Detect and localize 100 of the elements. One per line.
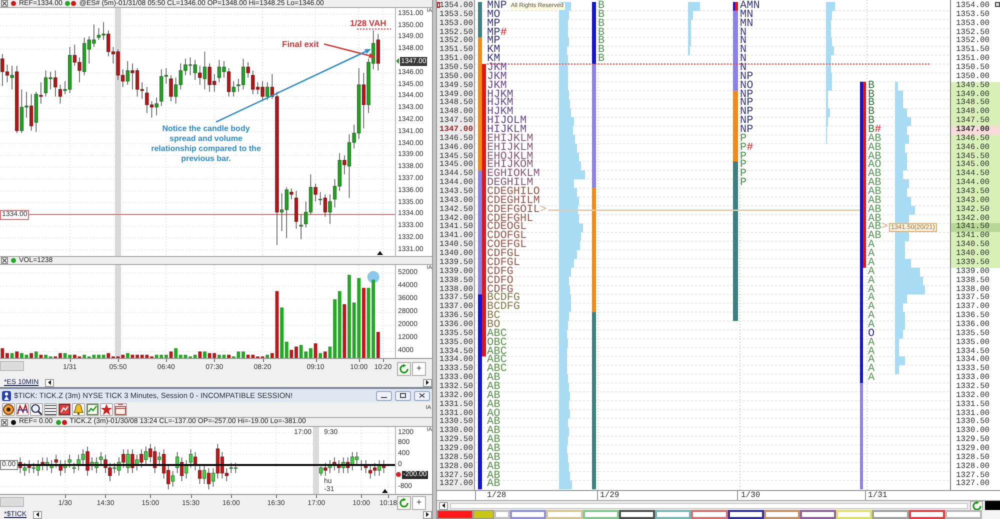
price-label: 1332.00 xyxy=(439,392,474,400)
axis-price: 1328.00 xyxy=(955,462,990,472)
tpo-letters: CDFO xyxy=(487,276,514,286)
scroll-right-button[interactable] xyxy=(423,378,432,386)
color-tab[interactable] xyxy=(800,510,836,519)
tpo-letters: EHIJKLM xyxy=(487,134,534,144)
toolbar-button[interactable] xyxy=(16,403,29,416)
refresh-button[interactable] xyxy=(970,500,983,510)
color-tab[interactable] xyxy=(728,510,764,519)
axis-price: 1348.50 xyxy=(951,99,1000,108)
tpo-letters: AO xyxy=(868,161,882,170)
axis-price: 1339.00 xyxy=(955,268,990,276)
tpo-letters: A xyxy=(868,348,875,356)
tpo-marker: # xyxy=(500,28,507,38)
date-label: 1/29 xyxy=(600,492,620,500)
refresh-icon xyxy=(972,500,982,510)
tpo-letters: B xyxy=(868,90,875,100)
bar xyxy=(323,351,327,358)
tpo-letters: BC xyxy=(487,312,500,321)
refresh-button[interactable] xyxy=(397,362,411,376)
color-tab[interactable] xyxy=(764,510,800,519)
tpo-letters: OBC xyxy=(487,338,507,348)
candlestick xyxy=(144,446,148,466)
tpo-marker: # xyxy=(874,126,882,135)
maximize-button[interactable] xyxy=(395,390,411,400)
axis-price: 1327.00 xyxy=(955,480,990,490)
color-tab[interactable] xyxy=(691,510,728,519)
axis-price: 1332.00 xyxy=(955,392,990,400)
candlestick xyxy=(122,448,126,468)
axis-price: 1336.00 xyxy=(955,320,990,330)
tpo-letters: CDFGL xyxy=(487,258,520,268)
candlestick xyxy=(198,65,202,86)
color-tab[interactable] xyxy=(909,510,945,519)
close-button[interactable] xyxy=(1,0,8,7)
bar xyxy=(126,353,130,358)
tpo-letters: AMN xyxy=(740,2,760,11)
close-button[interactable] xyxy=(414,390,430,400)
tpo-letters: A xyxy=(868,258,875,268)
toolbar-button[interactable] xyxy=(30,403,43,416)
scroll-left-button[interactable] xyxy=(439,502,448,510)
add-button[interactable]: + xyxy=(412,362,426,376)
candlestick xyxy=(126,60,130,86)
scroll-left-button[interactable] xyxy=(32,510,42,518)
color-tab[interactable] xyxy=(945,510,982,519)
tpo-letters: NP xyxy=(740,72,754,82)
price-label: 1347.50 xyxy=(439,117,474,126)
price-label: 1336.00 xyxy=(439,320,474,330)
candlestick xyxy=(169,74,173,102)
close-button[interactable] xyxy=(1,257,8,264)
right-arrow-icon xyxy=(426,380,429,385)
left-arrow-icon xyxy=(36,512,39,517)
color-tab[interactable] xyxy=(437,510,473,519)
minimize-button[interactable] xyxy=(376,390,392,400)
tpo-letters: AB xyxy=(868,152,882,162)
color-tab[interactable] xyxy=(510,510,546,519)
tpo-letters: A xyxy=(868,320,875,330)
tpo-letters: AB xyxy=(868,188,882,197)
scroll-left-button[interactable] xyxy=(44,378,54,386)
color-tab[interactable] xyxy=(583,510,619,519)
color-tab[interactable] xyxy=(473,510,494,519)
tpo-letters: BO xyxy=(487,320,500,330)
zoom-icon xyxy=(31,404,42,415)
color-tab[interactable] xyxy=(655,510,691,519)
axis-price: 1344.00 xyxy=(951,179,1000,188)
color-tab[interactable] xyxy=(619,510,655,519)
price-label: 1352.00 xyxy=(439,37,474,46)
close-icon xyxy=(2,258,7,263)
color-tab[interactable] xyxy=(872,510,909,519)
date-label: 1/30 xyxy=(741,492,760,500)
bar xyxy=(376,332,380,358)
toolbar-button[interactable] xyxy=(2,403,15,416)
toolbar-button[interactable] xyxy=(44,403,57,416)
tpo-letters: HIJKLM xyxy=(487,126,527,135)
color-tab[interactable] xyxy=(494,510,510,519)
color-swatch-icon[interactable] xyxy=(985,500,1000,510)
price-label: 1337.00 xyxy=(439,303,474,312)
scroll-thumb[interactable] xyxy=(0,497,24,507)
candlestick xyxy=(328,194,332,224)
price-label: 1340.50 xyxy=(439,241,474,250)
tpo-letters: EHIJKLM xyxy=(487,144,534,153)
toolbar-button[interactable] xyxy=(58,403,71,416)
refresh-button[interactable] xyxy=(397,496,411,510)
candlestick xyxy=(323,194,327,218)
price-label: 1349.50 xyxy=(439,82,474,90)
axis-price: 1350.00 xyxy=(955,72,990,82)
tpo-letters: MNP xyxy=(487,2,507,11)
candlestick xyxy=(158,452,162,466)
close-button[interactable] xyxy=(1,418,8,426)
add-button[interactable]: + xyxy=(412,496,426,510)
axis-price: 1333.00 xyxy=(955,374,990,382)
scrollbar-track[interactable] xyxy=(450,502,968,508)
tpo-letters: CDFG xyxy=(487,268,514,277)
scroll-right-button[interactable] xyxy=(423,510,432,518)
scroll-thumb[interactable] xyxy=(0,361,24,371)
tpo-letters: AB xyxy=(868,206,882,215)
left-arrow-icon xyxy=(442,503,445,508)
price-label: 1352.50 xyxy=(439,28,474,37)
tpo-letters: AB xyxy=(487,462,500,472)
triangle-marker-icon xyxy=(377,251,383,255)
bar xyxy=(39,354,43,358)
